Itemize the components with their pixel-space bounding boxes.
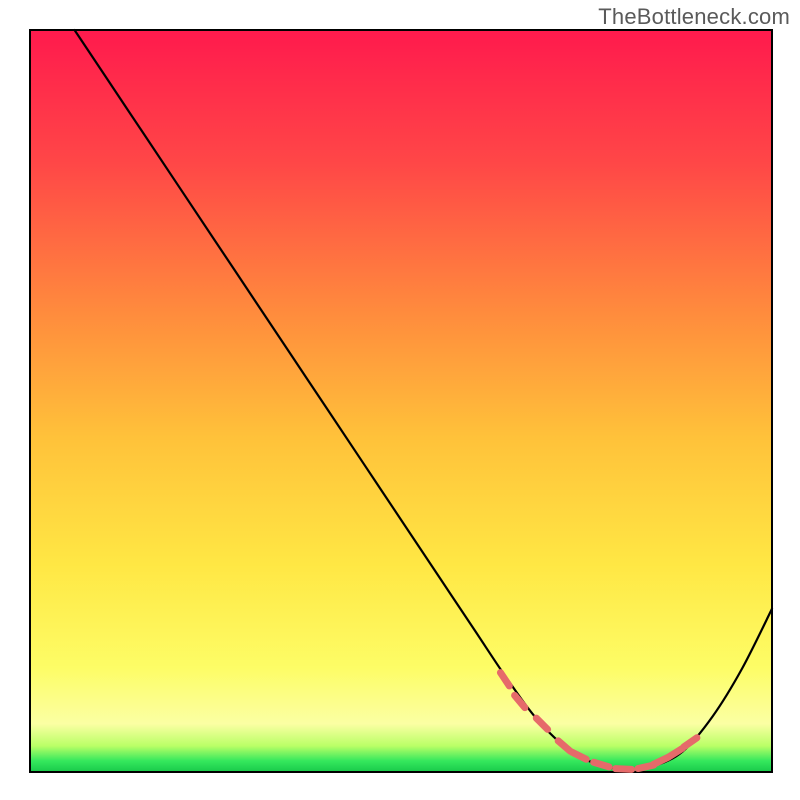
highlight-dot [594, 762, 609, 767]
highlight-dot [616, 769, 632, 770]
chart-svg [0, 0, 800, 800]
watermark-text: TheBottleneck.com [598, 4, 790, 30]
gradient-background [30, 30, 772, 772]
bottleneck-chart: TheBottleneck.com [0, 0, 800, 800]
